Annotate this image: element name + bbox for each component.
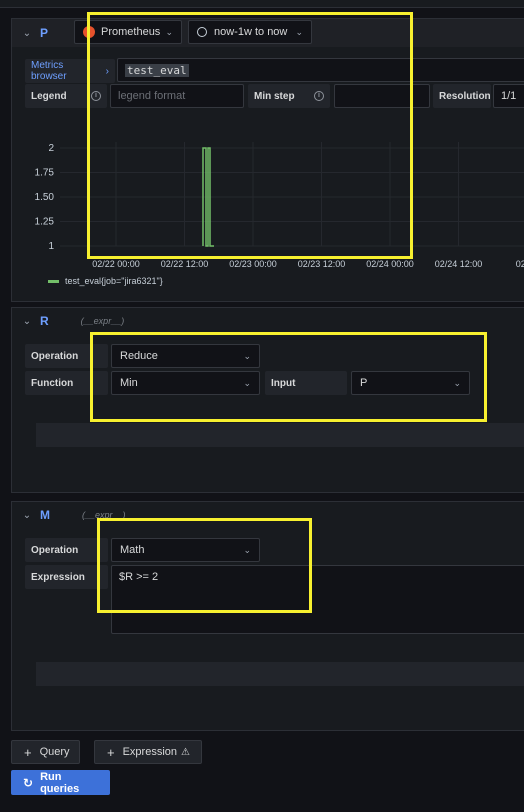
expr-tag: (__expr__) [80,316,125,326]
chevron-right-icon: › [105,65,109,77]
query-header-r: ⌄ R (__expr__) [12,308,524,334]
result-preview-r [36,423,524,447]
x-tick-label: 02/23 12:00 [298,259,346,269]
legend-swatch [48,279,59,283]
legend-series-name: test_eval{job="jira6321"} [65,276,163,286]
clock-icon [197,27,207,37]
x-tick-label: 02/24 00:00 [366,259,414,269]
y-tick-label: 1.75 [35,168,55,179]
chevron-down-icon: ⌄ [243,544,251,555]
operation-label: Operation [25,344,108,368]
query-name[interactable]: R [40,314,49,328]
x-tick-label: 02/22 12:00 [161,259,209,269]
collapse-chevron-icon[interactable]: ⌄ [18,510,36,521]
chevron-down-icon: ⌄ [453,377,461,388]
chevron-down-icon: ⌄ [243,377,251,388]
x-tick-label: 02/25 [516,259,524,269]
add-query-button[interactable]: + Query [11,740,80,764]
expr-tag: (__expr__) [82,510,126,520]
plus-icon: + [107,744,115,760]
input-select[interactable]: P ⌄ [351,371,470,395]
function-label: Function [25,371,108,395]
x-tick-label: 02/22 00:00 [92,259,140,269]
result-preview-m [36,662,524,686]
query-editor[interactable]: test_eval [117,58,524,82]
plus-icon: + [24,744,32,760]
datasource-picker[interactable]: Prometheus ⌄ [74,20,182,44]
query-name[interactable]: P [40,26,48,40]
chart-svg: 2 1.75 1.50 1.25 1 02/22 00:00 02/22 12:00 02/2… [35,142,524,269]
x-tick-label: 02/23 00:00 [229,259,277,269]
add-expression-button[interactable]: + Expression ⚠ [94,740,202,764]
run-queries-button[interactable]: ↻ Run queries [11,770,110,795]
query-panel-r: ⌄ R (__expr__) [11,307,524,493]
chart-area: 2 1.75 1.50 1.25 1 02/22 00:00 02/22 12:00 02/2… [35,120,524,269]
operation-label: Operation [25,538,108,562]
y-tick-label: 2 [48,143,54,154]
time-range-value: now-1w to now [214,26,288,38]
expression-editor[interactable]: $R >= 2 [111,565,524,634]
query-header-m: ⌄ M (__expr__) [12,502,524,528]
min-step-input[interactable] [334,84,430,108]
prometheus-logo-icon [83,26,95,38]
chevron-down-icon: ⌄ [243,350,251,361]
input-label: Input [265,371,347,395]
collapse-chevron-icon[interactable]: ⌄ [18,28,36,39]
info-icon[interactable]: i [314,91,324,101]
x-tick-label: 02/24 12:00 [435,259,483,269]
warning-icon: ⚠ [181,746,190,758]
metrics-browser-button[interactable]: Metrics browser › [25,59,115,83]
legend-label: Legend i [25,84,107,108]
operation-select[interactable]: Math ⌄ [111,538,260,562]
resolution-label: Resolution [433,84,491,108]
chevron-down-icon: ⌄ [165,26,173,37]
info-icon[interactable]: i [91,91,101,101]
expression-text: $R >= 2 [119,571,159,583]
refresh-icon: ↻ [23,775,34,790]
top-strip [0,0,524,8]
query-text: test_eval [125,63,189,77]
operation-select[interactable]: Reduce ⌄ [111,344,260,368]
y-tick-label: 1.25 [35,217,55,228]
function-select[interactable]: Min ⌄ [111,371,260,395]
chevron-down-icon: ⌄ [295,26,303,37]
legend-placeholder: legend format [118,90,186,102]
min-step-label: Min step i [248,84,330,108]
resolution-select[interactable]: 1/1 [493,84,524,108]
chart-legend[interactable]: test_eval{job="jira6321"} [48,276,163,286]
collapse-chevron-icon[interactable]: ⌄ [18,316,36,327]
y-tick-label: 1 [48,241,54,252]
datasource-name: Prometheus [101,26,161,38]
query-name[interactable]: M [40,508,50,522]
y-tick-label: 1.50 [35,192,55,203]
legend-format-input[interactable]: legend format [110,84,244,108]
expression-label: Expression [25,565,108,589]
time-range-picker[interactable]: now-1w to now ⌄ [188,20,312,44]
metrics-browser-label: Metrics browser [31,60,67,82]
